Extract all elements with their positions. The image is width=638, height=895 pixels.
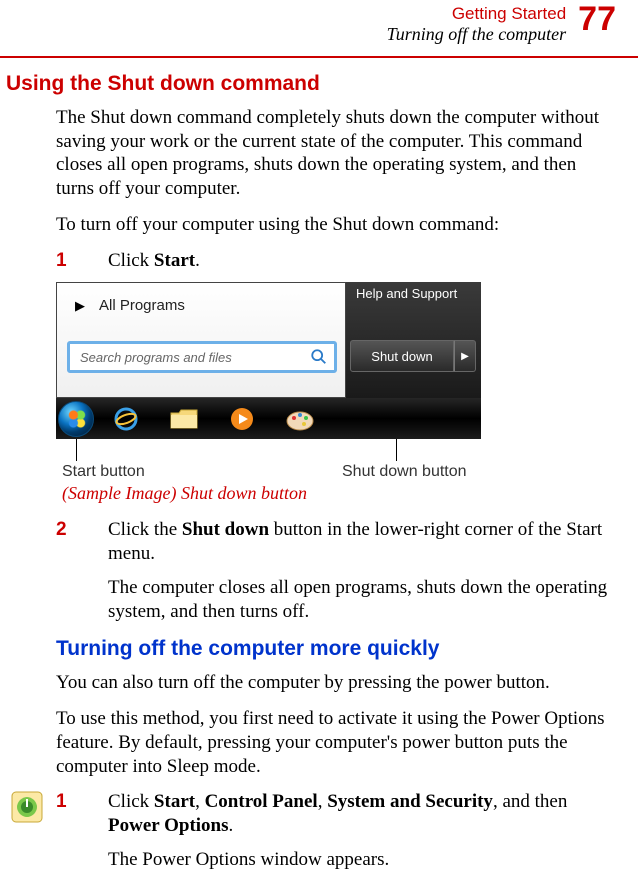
heading-shutdown-command: Using the Shut down command bbox=[6, 72, 638, 96]
help-link[interactable]: Help and Support bbox=[356, 286, 457, 301]
s3-c3: , and then bbox=[493, 791, 567, 812]
page-header: Getting Started Turning off the computer… bbox=[0, 0, 638, 46]
header-chapter: Getting Started bbox=[387, 4, 567, 24]
callout-shutdown-label: Shut down button bbox=[342, 463, 467, 481]
header-divider bbox=[0, 56, 638, 58]
s3-b3: System and Security bbox=[327, 791, 493, 812]
paint-icon bbox=[285, 406, 315, 432]
taskbar-paint[interactable] bbox=[274, 402, 326, 436]
search-icon bbox=[310, 348, 328, 366]
paragraph-result1: The computer closes all open programs, s… bbox=[108, 576, 616, 624]
shutdown-button-group: Shut down ▶ bbox=[350, 340, 476, 372]
shutdown-menu-arrow[interactable]: ▶ bbox=[454, 340, 476, 372]
step-2: 2 Click the Shut down button in the lowe… bbox=[56, 518, 616, 566]
chevron-right-icon: ▶ bbox=[75, 298, 85, 314]
callout-line-start bbox=[76, 439, 77, 461]
s3-b1: Start bbox=[154, 791, 195, 812]
all-programs-label: All Programs bbox=[99, 297, 185, 314]
paragraph-intro: The Shut down command completely shuts d… bbox=[56, 106, 616, 201]
step-text: Click Start, Control Panel, System and S… bbox=[108, 790, 616, 838]
step-number: 1 bbox=[56, 249, 108, 273]
step-number: 2 bbox=[56, 518, 108, 566]
step1-post: . bbox=[195, 250, 200, 271]
shutdown-button[interactable]: Shut down bbox=[350, 340, 454, 372]
callout-labels: Start button Shut down button bbox=[56, 463, 481, 481]
taskbar bbox=[56, 398, 481, 439]
header-text-block: Getting Started Turning off the computer bbox=[387, 4, 567, 46]
power-options-icon bbox=[10, 790, 44, 824]
taskbar-ie[interactable] bbox=[100, 402, 152, 436]
callout-start-label: Start button bbox=[62, 463, 342, 481]
step-number: 1 bbox=[56, 790, 108, 838]
ie-icon bbox=[112, 405, 140, 433]
step-1: 1 Click Start. bbox=[56, 249, 616, 273]
s3-b4: Power Options bbox=[108, 815, 229, 836]
folder-icon bbox=[169, 407, 199, 431]
step1-pre: Click bbox=[108, 250, 154, 271]
header-section: Turning off the computer bbox=[387, 24, 567, 46]
s3-post: . bbox=[229, 815, 234, 836]
start-menu-panel: ▶ All Programs Search programs and files bbox=[56, 282, 346, 398]
s3-b2: Control Panel bbox=[205, 791, 318, 812]
s3-pre: Click bbox=[108, 791, 154, 812]
screenshot-start-menu: ▶ All Programs Search programs and files… bbox=[56, 282, 481, 439]
step2-bold: Shut down bbox=[182, 519, 269, 540]
figure-caption: (Sample Image) Shut down button bbox=[62, 483, 638, 504]
callout-line-shutdown bbox=[396, 439, 397, 461]
step-3: 1 Click Start, Control Panel, System and… bbox=[56, 790, 616, 838]
all-programs-item[interactable]: ▶ All Programs bbox=[75, 297, 185, 314]
step-text: Click Start. bbox=[108, 249, 616, 273]
step2-pre: Click the bbox=[108, 519, 182, 540]
search-placeholder: Search programs and files bbox=[80, 350, 232, 365]
step1-bold: Start bbox=[154, 250, 195, 271]
heading-quick-off: Turning off the computer more quickly bbox=[56, 637, 638, 661]
start-menu-right-panel: Help and Support Shut down ▶ bbox=[346, 282, 481, 398]
paragraph-lead: To turn off your computer using the Shut… bbox=[56, 213, 616, 237]
figure-start-menu: ▶ All Programs Search programs and files… bbox=[56, 282, 481, 481]
page-content: Using the Shut down command The Shut dow… bbox=[0, 72, 638, 872]
start-button[interactable] bbox=[58, 401, 94, 437]
paragraph-result2: The Power Options window appears. bbox=[108, 848, 616, 872]
taskbar-media[interactable] bbox=[216, 402, 268, 436]
media-player-icon bbox=[229, 406, 255, 432]
paragraph-quick1: You can also turn off the computer by pr… bbox=[56, 671, 616, 695]
step-text: Click the Shut down button in the lower-… bbox=[108, 518, 616, 566]
page-number: 77 bbox=[578, 2, 616, 36]
s3-c2: , bbox=[318, 791, 328, 812]
paragraph-quick2: To use this method, you first need to ac… bbox=[56, 707, 616, 778]
taskbar-explorer[interactable] bbox=[158, 402, 210, 436]
s3-c1: , bbox=[195, 791, 205, 812]
search-input[interactable]: Search programs and files bbox=[67, 341, 337, 373]
